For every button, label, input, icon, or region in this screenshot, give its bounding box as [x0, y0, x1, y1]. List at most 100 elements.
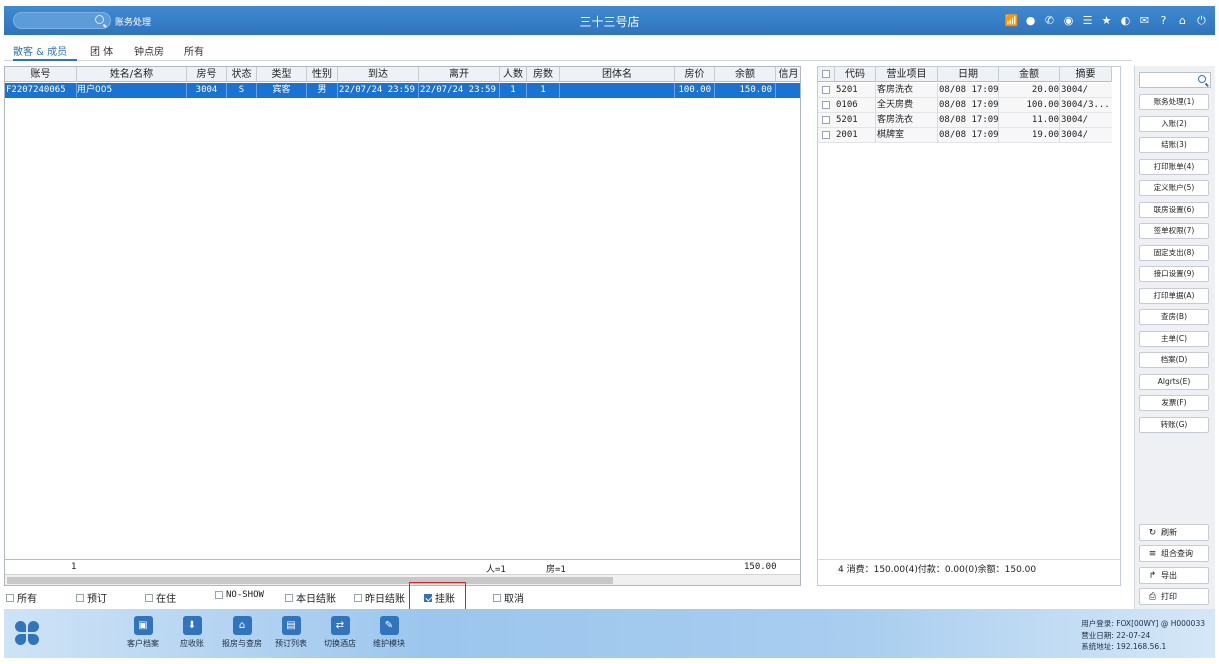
invoice-button[interactable]: 发票(F) — [1139, 395, 1209, 411]
master-bill-button[interactable]: 主单(C) — [1139, 331, 1209, 347]
signing-permission-button[interactable]: 签单权限(7) — [1139, 223, 1209, 239]
col-select-all[interactable] — [818, 67, 835, 82]
billing-button[interactable]: 账务处理(1) — [1139, 94, 1209, 110]
receivable-icon: ⬇ — [182, 616, 202, 635]
row-checkbox[interactable] — [822, 86, 830, 94]
customer-profile-button[interactable]: ▣ 客户档案 — [123, 616, 163, 649]
refresh-button[interactable]: ↻ 刷新 — [1139, 524, 1209, 541]
alerts-button[interactable]: Algrts(E) — [1139, 374, 1209, 390]
col-summary[interactable]: 摘要 — [1060, 67, 1112, 82]
col-code[interactable]: 代码 — [835, 67, 876, 82]
interface-settings-button[interactable]: 接口设置(9) — [1139, 266, 1209, 282]
power-icon[interactable]: ⏻ — [1194, 13, 1209, 28]
cell-summary: 3004/ — [1061, 115, 1089, 125]
filter-cancelled[interactable]: 取消 — [493, 590, 524, 605]
checkbox[interactable] — [145, 593, 153, 602]
star-icon[interactable]: ★ — [1099, 13, 1114, 28]
define-account-button[interactable]: 定义账户(5) — [1139, 180, 1209, 196]
row-checkbox[interactable] — [822, 101, 830, 109]
filter-label: NO-SHOW — [226, 590, 264, 600]
check-room-button[interactable]: 查房(B) — [1139, 309, 1209, 325]
filter-reserved[interactable]: 预订 — [76, 590, 107, 605]
cell-rate: 100.00 — [675, 83, 715, 98]
transfer-button[interactable]: 转账(G) — [1139, 417, 1209, 433]
fixed-expense-button[interactable]: 固定支出(8) — [1139, 245, 1209, 261]
tab-individual-members[interactable]: 散客 & 成员 — [13, 43, 77, 61]
checkbox[interactable] — [76, 593, 84, 602]
menu-icon[interactable]: ☰ — [1080, 13, 1095, 28]
tab-group[interactable]: 团 体 — [90, 43, 113, 61]
table-row[interactable]: F2207240065 用户005 3004 S 宾客 男 22/07/24 2… — [5, 83, 800, 98]
home-icon[interactable]: ⌂ — [1175, 13, 1190, 28]
table-row[interactable]: 0106 全天房费 08/08 17:09 100.00 3004/3... — [818, 98, 1112, 113]
switch-hotel-button[interactable]: ⇄ 切换酒店 — [320, 616, 360, 649]
col-amount[interactable]: 金额 — [999, 67, 1060, 82]
login-user: 用户登录: FOX[00WY] @ H000033 — [1081, 619, 1205, 628]
chat-icon[interactable]: ● — [1023, 13, 1038, 28]
table-row[interactable]: 5201 客房洗衣 08/08 17:09 11.00 3004/ — [818, 113, 1112, 128]
checkbox[interactable] — [215, 591, 223, 599]
checkout-button[interactable]: 结账(3) — [1139, 137, 1209, 153]
col-rate[interactable]: 房价 — [675, 67, 715, 82]
col-group-name[interactable]: 团体名 — [560, 67, 675, 82]
phone-icon[interactable]: ✆ — [1042, 13, 1057, 28]
checkbox[interactable] — [493, 593, 501, 602]
palette-icon[interactable]: ◉ — [1061, 13, 1076, 28]
print-document-button[interactable]: 打印单据(A) — [1139, 288, 1209, 304]
filter-yesterday-checkout[interactable]: 昨日结账 — [354, 590, 405, 605]
col-room[interactable]: 房号 — [187, 67, 227, 82]
table-row[interactable]: 2001 棋牌室 08/08 17:09 19.00 3004/ — [818, 128, 1112, 143]
col-status[interactable]: 状态 — [227, 67, 257, 82]
col-rooms[interactable]: 房数 — [527, 67, 560, 82]
cell-code: 0106 — [835, 98, 876, 113]
theme-icon[interactable]: ◐ — [1118, 13, 1133, 28]
col-persons[interactable]: 人数 — [500, 67, 527, 82]
reservation-list-button[interactable]: ▤ 预订列表 — [271, 616, 311, 649]
linked-room-settings-button[interactable]: 联房设置(6) — [1139, 202, 1209, 218]
col-date[interactable]: 日期 — [938, 67, 999, 82]
col-departure[interactable]: 离开 — [419, 67, 500, 82]
receivable-button[interactable]: ⬇ 应收账 — [172, 616, 212, 649]
print-button[interactable]: ⎙ 打印 — [1139, 588, 1209, 605]
wifi-icon[interactable]: 📶 — [1004, 13, 1019, 28]
profile-button[interactable]: 档案(D) — [1139, 352, 1209, 368]
filter-today-checkout[interactable]: 本日结账 — [285, 590, 336, 605]
mail-icon[interactable]: ✉ — [1137, 13, 1152, 28]
maintenance-button[interactable]: ✎ 维护模块 — [369, 616, 409, 649]
filter-no-show[interactable]: NO-SHOW — [215, 590, 264, 600]
combined-query-button[interactable]: ≡ 组合查询 — [1139, 545, 1209, 562]
function-search-input[interactable] — [1139, 72, 1211, 88]
reservation-list-icon: ▤ — [281, 616, 301, 635]
row-checkbox[interactable] — [822, 131, 830, 139]
col-arrival[interactable]: 到达 — [338, 67, 419, 82]
scrollbar-thumb[interactable] — [7, 577, 613, 584]
cell-amount: 19.00 — [999, 128, 1060, 143]
checkbox[interactable] — [6, 593, 14, 602]
checkbox[interactable] — [354, 593, 362, 602]
cell-code: 2001 — [835, 128, 876, 143]
help-icon[interactable]: ? — [1156, 13, 1171, 28]
cell-amount: 20.00 — [999, 83, 1060, 98]
col-name[interactable]: 姓名/名称 — [77, 67, 187, 82]
post-charge-button[interactable]: 入账(2) — [1139, 116, 1209, 132]
checkbox[interactable] — [285, 593, 293, 602]
search-icon — [1198, 75, 1206, 83]
print-bill-button[interactable]: 打印账单(4) — [1139, 159, 1209, 175]
room-status-button[interactable]: ⌂ 报房与查房 — [219, 616, 265, 649]
col-balance[interactable]: 余额 — [715, 67, 776, 82]
row-checkbox[interactable] — [822, 116, 830, 124]
table-row[interactable]: 5201 客房洗衣 08/08 17:09 20.00 3004/ — [818, 83, 1112, 98]
tab-hourly-room[interactable]: 钟点房 — [134, 43, 164, 61]
col-gender[interactable]: 性别 — [307, 67, 338, 82]
export-icon: ↱ — [1148, 571, 1157, 581]
filter-all[interactable]: 所有 — [6, 590, 37, 605]
col-account[interactable]: 账号 — [5, 67, 77, 82]
tab-all[interactable]: 所有 — [184, 43, 204, 61]
horizontal-scrollbar[interactable] — [5, 574, 800, 585]
export-button[interactable]: ↱ 导出 — [1139, 567, 1209, 584]
filter-in-house[interactable]: 在住 — [145, 590, 176, 605]
col-type[interactable]: 类型 — [257, 67, 307, 82]
col-business-item[interactable]: 营业项目 — [876, 67, 938, 82]
select-all-checkbox[interactable] — [822, 70, 830, 78]
col-credit[interactable]: 信月 — [776, 67, 800, 82]
